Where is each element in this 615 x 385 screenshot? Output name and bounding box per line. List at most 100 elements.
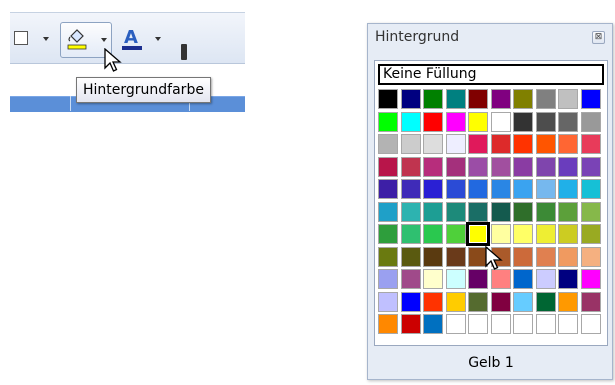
color-swatch[interactable]: [445, 224, 466, 244]
color-swatch[interactable]: [468, 111, 488, 132]
color-swatch[interactable]: [558, 134, 578, 154]
color-swatch[interactable]: [445, 156, 466, 177]
color-swatch[interactable]: [445, 111, 466, 132]
color-swatch[interactable]: [423, 314, 443, 334]
color-swatch[interactable]: [445, 89, 466, 109]
color-swatch[interactable]: [400, 134, 421, 154]
color-swatch[interactable]: [490, 179, 511, 199]
color-swatch[interactable]: [400, 314, 421, 334]
border-icon[interactable]: [14, 31, 28, 45]
toolbar-overflow-grip[interactable]: [181, 44, 187, 60]
color-swatch[interactable]: [378, 291, 398, 312]
color-swatch[interactable]: [513, 246, 533, 267]
border-dropdown-arrow-icon[interactable]: [43, 37, 49, 41]
color-swatch[interactable]: [490, 201, 511, 222]
color-swatch[interactable]: [513, 269, 533, 289]
color-swatch[interactable]: [535, 134, 556, 154]
color-swatch[interactable]: [535, 111, 556, 132]
color-swatch[interactable]: [423, 134, 443, 154]
color-swatch[interactable]: [513, 291, 533, 312]
color-swatch[interactable]: [423, 269, 443, 289]
color-swatch[interactable]: [378, 246, 398, 267]
color-swatch[interactable]: [580, 111, 601, 132]
color-swatch[interactable]: [400, 201, 421, 222]
color-swatch[interactable]: [535, 224, 556, 244]
color-swatch[interactable]: [378, 269, 398, 289]
color-swatch[interactable]: [535, 179, 556, 199]
color-swatch[interactable]: [445, 134, 466, 154]
color-swatch[interactable]: [558, 246, 578, 267]
color-swatch[interactable]: [468, 269, 488, 289]
color-swatch[interactable]: [400, 269, 421, 289]
color-swatch[interactable]: [580, 224, 601, 244]
color-swatch[interactable]: [580, 134, 601, 154]
color-swatch[interactable]: [378, 201, 398, 222]
color-swatch[interactable]: [445, 291, 466, 312]
color-swatch[interactable]: [423, 156, 443, 177]
color-swatch[interactable]: [558, 179, 578, 199]
color-swatch[interactable]: [400, 111, 421, 132]
color-swatch[interactable]: [445, 246, 466, 267]
color-swatch[interactable]: [445, 201, 466, 222]
color-swatch[interactable]: [535, 89, 556, 109]
color-swatch[interactable]: [580, 246, 601, 267]
color-swatch[interactable]: [490, 291, 511, 312]
color-swatch[interactable]: [400, 246, 421, 267]
color-swatch[interactable]: [468, 179, 488, 199]
color-swatch[interactable]: [468, 291, 488, 312]
color-swatch[interactable]: [468, 89, 488, 109]
color-swatch[interactable]: [513, 156, 533, 177]
color-swatch[interactable]: [513, 134, 533, 154]
color-swatch[interactable]: [580, 89, 601, 109]
color-swatch[interactable]: [490, 111, 511, 132]
color-swatch[interactable]: [490, 269, 511, 289]
color-swatch[interactable]: [490, 314, 511, 334]
color-swatch[interactable]: [580, 179, 601, 199]
color-swatch[interactable]: [513, 224, 533, 244]
color-swatch[interactable]: [423, 224, 443, 244]
color-swatch[interactable]: [378, 314, 398, 334]
color-swatch[interactable]: [558, 156, 578, 177]
font-color-dropdown-arrow-icon[interactable]: [155, 37, 161, 41]
color-swatch[interactable]: [468, 156, 488, 177]
font-color-icon[interactable]: A: [120, 26, 144, 54]
color-swatch[interactable]: [378, 156, 398, 177]
color-swatch[interactable]: [468, 314, 488, 334]
color-swatch[interactable]: [558, 89, 578, 109]
color-swatch[interactable]: [558, 314, 578, 334]
color-swatch[interactable]: [400, 224, 421, 244]
color-swatch[interactable]: [580, 269, 601, 289]
color-swatch[interactable]: [468, 134, 488, 154]
color-swatch[interactable]: [535, 291, 556, 312]
color-swatch[interactable]: [423, 201, 443, 222]
color-swatch[interactable]: [423, 111, 443, 132]
color-swatch[interactable]: [513, 201, 533, 222]
color-swatch[interactable]: [423, 246, 443, 267]
color-swatch[interactable]: [558, 224, 578, 244]
color-swatch[interactable]: [490, 89, 511, 109]
color-swatch[interactable]: [513, 89, 533, 109]
color-swatch[interactable]: [535, 246, 556, 267]
color-swatch[interactable]: [580, 156, 601, 177]
color-swatch[interactable]: [513, 179, 533, 199]
color-swatch[interactable]: [445, 314, 466, 334]
color-swatch[interactable]: [378, 179, 398, 199]
color-swatch[interactable]: [535, 269, 556, 289]
color-swatch[interactable]: [580, 201, 601, 222]
color-swatch[interactable]: [400, 156, 421, 177]
color-swatch[interactable]: [558, 269, 578, 289]
color-swatch[interactable]: [558, 111, 578, 132]
color-swatch[interactable]: [580, 291, 601, 312]
no-fill-option[interactable]: Keine Füllung: [378, 64, 604, 85]
color-swatch[interactable]: [378, 134, 398, 154]
color-swatch[interactable]: [400, 291, 421, 312]
color-swatch[interactable]: [513, 314, 533, 334]
color-swatch[interactable]: [423, 89, 443, 109]
color-swatch[interactable]: [535, 156, 556, 177]
color-swatch[interactable]: [513, 111, 533, 132]
color-swatch[interactable]: [423, 291, 443, 312]
background-color-dropdown-arrow-icon[interactable]: [101, 38, 107, 42]
color-swatch[interactable]: [423, 179, 443, 199]
color-swatch[interactable]: [535, 314, 556, 334]
color-swatch[interactable]: [400, 179, 421, 199]
